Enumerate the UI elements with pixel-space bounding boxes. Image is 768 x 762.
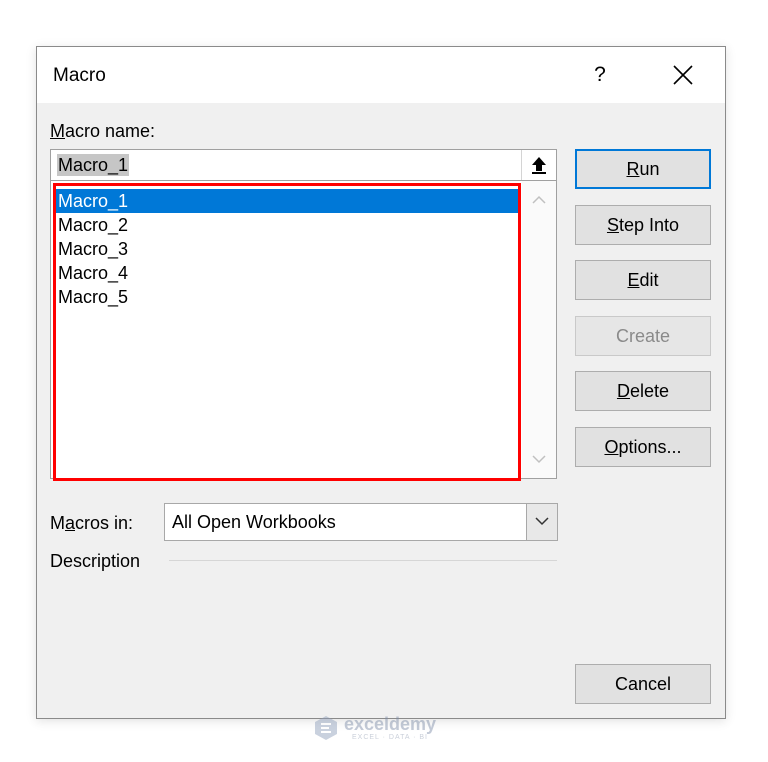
macro-name-value: Macro_1	[57, 154, 130, 176]
description-divider	[169, 560, 557, 561]
delete-button[interactable]: Delete	[575, 371, 711, 411]
run-button[interactable]: Run	[575, 149, 711, 189]
macro-list-item[interactable]: Macro_4	[55, 261, 521, 285]
macro-list-item[interactable]: Macro_5	[55, 285, 521, 309]
exceldemy-logo-icon	[315, 716, 337, 740]
collapse-button[interactable]	[521, 150, 556, 180]
create-button: Create	[575, 316, 711, 356]
upload-arrow-icon	[532, 157, 546, 174]
dialog-title: Macro	[53, 65, 106, 86]
macro-list-item[interactable]: Macro_3	[55, 237, 521, 261]
macro-list-item[interactable]: Macro_2	[55, 213, 521, 237]
list-scrollbar[interactable]	[522, 181, 556, 478]
options-button[interactable]: Options...	[575, 427, 711, 467]
step-into-button[interactable]: Step Into	[575, 205, 711, 245]
macro-list-items: Macro_1 Macro_2 Macro_3 Macro_4 Macro_5	[55, 189, 521, 309]
macro-name-label: Macro name:	[50, 121, 156, 141]
close-icon	[673, 65, 693, 85]
macro-list-item[interactable]: Macro_1	[55, 189, 521, 213]
chevron-down-icon[interactable]	[531, 454, 547, 464]
macro-name-input[interactable]: Macro_1	[50, 149, 557, 181]
help-button[interactable]: ?	[582, 57, 618, 93]
description-label: Description	[50, 551, 141, 571]
watermark-tagline: EXCEL · DATA · BI	[352, 734, 428, 741]
close-button[interactable]	[665, 57, 701, 93]
chevron-up-icon[interactable]	[531, 195, 547, 205]
cancel-button[interactable]: Cancel	[575, 664, 711, 704]
chevron-down-icon	[535, 517, 549, 526]
macro-list[interactable]: Macro_1 Macro_2 Macro_3 Macro_4 Macro_5	[50, 181, 557, 479]
macros-in-value: All Open Workbooks	[172, 512, 336, 532]
watermark: exceldemy EXCEL · DATA · BI	[312, 713, 460, 743]
macros-in-select[interactable]: All Open Workbooks	[164, 503, 558, 541]
title-bar: Macro ?	[37, 47, 725, 103]
macros-in-label: Macros in:	[50, 513, 134, 533]
macro-dialog: Macro ? Macro name: Macro_1 Macro_1 Macro…	[36, 46, 726, 719]
edit-button[interactable]: Edit	[575, 260, 711, 300]
macros-in-dropdown-button[interactable]	[526, 504, 557, 540]
watermark-brand: exceldemy	[344, 714, 437, 734]
